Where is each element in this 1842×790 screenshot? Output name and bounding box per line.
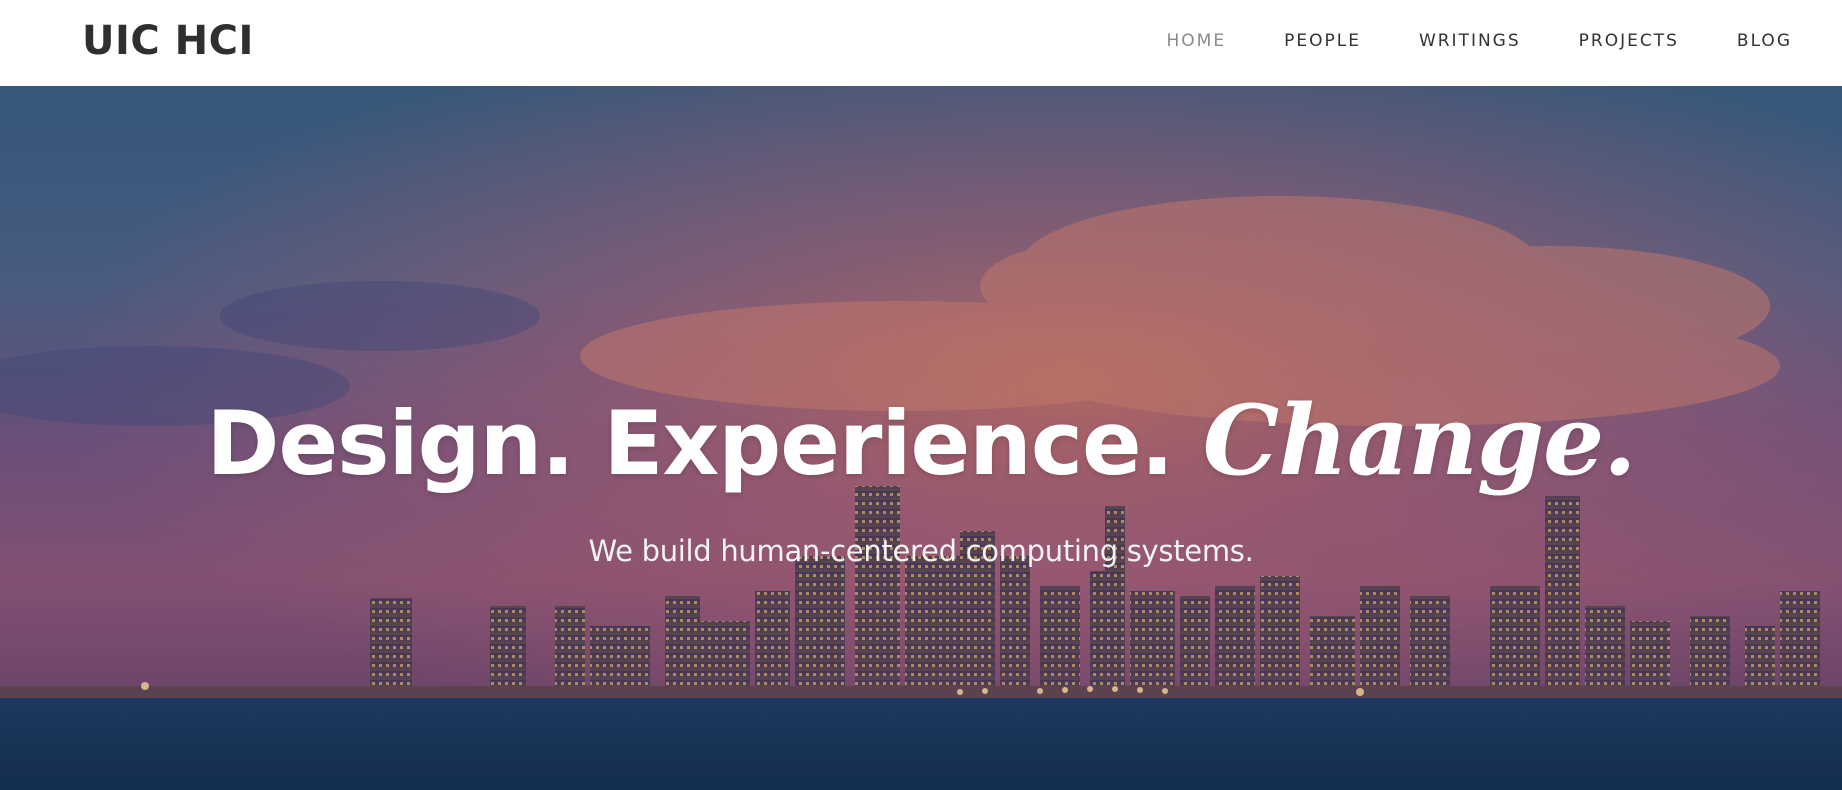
hero-subheadline: We build human-centered computing system… [588, 534, 1254, 568]
nav-item-writings[interactable]: WRITINGS [1419, 31, 1521, 51]
nav-item-home[interactable]: HOME [1167, 31, 1227, 51]
hero-headline: Design. Experience. Change. [0, 384, 1842, 497]
main-nav: HOME PEOPLE WRITINGS PROJECTS BLOG [1109, 31, 1792, 51]
hero-headline-emphasis: Change. [1202, 384, 1637, 497]
nav-item-people[interactable]: PEOPLE [1284, 31, 1361, 51]
hero-section: Design. Experience. Change. We build hum… [0, 86, 1842, 790]
hero-headline-main: Design. Experience. [206, 392, 1174, 495]
nav-item-blog[interactable]: BLOG [1737, 31, 1792, 51]
site-logo[interactable]: UIC HCI [82, 18, 254, 64]
nav-item-projects[interactable]: PROJECTS [1579, 31, 1679, 51]
top-navbar: UIC HCI HOME PEOPLE WRITINGS PROJECTS BL… [0, 0, 1842, 86]
